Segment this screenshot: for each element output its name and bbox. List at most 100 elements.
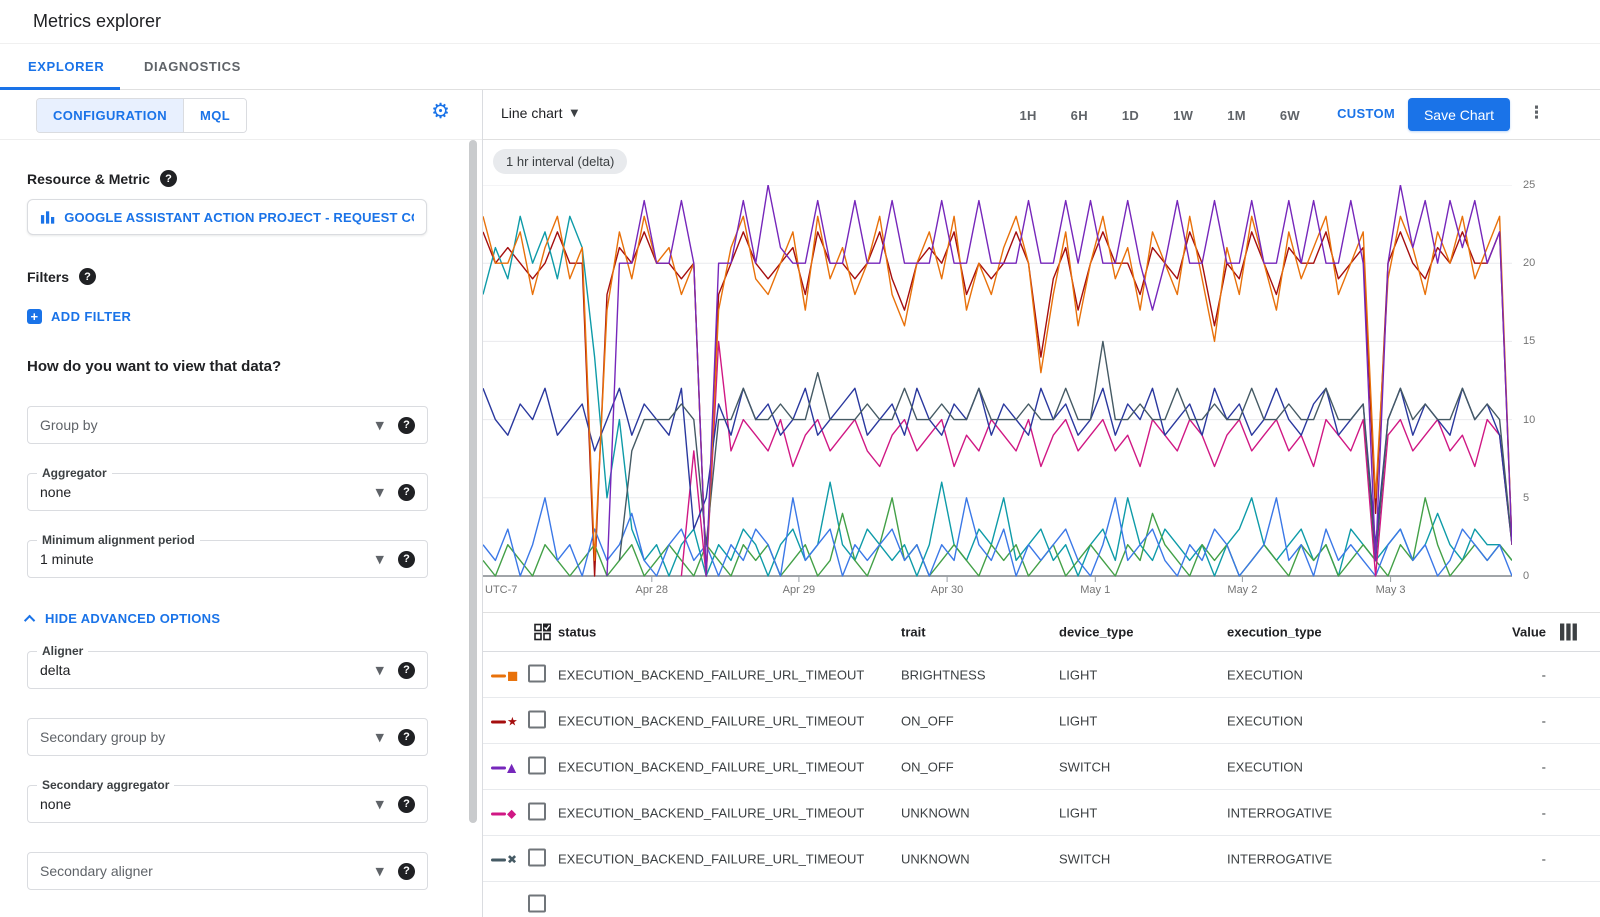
tab-bar: EXPLORER DIAGNOSTICS: [0, 44, 1600, 90]
mode-toggle: CONFIGURATION MQL: [36, 98, 247, 133]
chevron-down-icon: ▼: [570, 108, 578, 119]
add-box-icon: +: [27, 309, 42, 324]
value-cell: -: [1383, 667, 1546, 682]
group-by-select[interactable]: Group by ▼ ?: [27, 406, 428, 444]
status-cell: EXECUTION_BACKEND_FAILURE_URL_TIMEOUT: [558, 667, 864, 682]
y-tick-label: 15: [1523, 335, 1535, 347]
column-header-status[interactable]: status: [558, 625, 596, 640]
help-icon[interactable]: ?: [398, 729, 415, 746]
x-axis-labels: UTC-7 Apr 28Apr 29Apr 30May 1May 2May 3: [483, 584, 1513, 600]
status-cell: EXECUTION_BACKEND_FAILURE_URL_TIMEOUT: [558, 851, 864, 866]
time-range-6h[interactable]: 6H: [1071, 108, 1088, 123]
help-icon[interactable]: ?: [398, 417, 415, 434]
y-axis-labels: 0510152025: [1520, 185, 1560, 576]
view-data-question: How do you want to view that data?: [27, 358, 455, 375]
secondary-aligner-select[interactable]: Secondary aligner ▼ ?: [27, 852, 428, 890]
min-alignment-period-select[interactable]: Minimum alignment period 1 minute ▼ ?: [27, 540, 428, 578]
more-options-kebab-icon[interactable]: ⋮: [1528, 103, 1545, 123]
trait-cell: UNKNOWN: [901, 805, 970, 820]
row-checkbox[interactable]: [528, 894, 546, 912]
help-icon[interactable]: ?: [398, 863, 415, 880]
help-icon[interactable]: ?: [160, 170, 177, 187]
interval-badge: 1 hr interval (delta): [493, 149, 627, 174]
legend-table: status trait device_type execution_type …: [483, 612, 1600, 917]
y-tick-label: 5: [1523, 492, 1529, 504]
execution-type-cell: EXECUTION: [1227, 759, 1303, 774]
help-icon[interactable]: ?: [398, 796, 415, 813]
aligner-select[interactable]: Aligner delta ▼ ?: [27, 651, 428, 689]
table-row: ✖EXECUTION_BACKEND_FAILURE_URL_TIMEOUTUN…: [483, 836, 1600, 882]
help-icon[interactable]: ?: [398, 484, 415, 501]
chart-region: 1 hr interval (delta) 0510152025 UTC-7 A…: [483, 140, 1600, 612]
row-checkbox[interactable]: [528, 756, 546, 774]
help-icon[interactable]: ?: [398, 662, 415, 679]
configuration-panel: CONFIGURATION MQL ⚙ Resource & Metric ? …: [0, 90, 482, 917]
help-icon[interactable]: ?: [79, 268, 96, 285]
y-tick-label: 25: [1523, 179, 1535, 191]
configuration-form: Resource & Metric ? GOOGLE ASSISTANT ACT…: [0, 170, 482, 890]
series-line-swatch: [491, 766, 506, 769]
chart-panel: Line chart ▼ 1H 6H 1D 1W 1M 6W CUSTOM Sa…: [483, 90, 1600, 917]
execution-type-cell: EXECUTION: [1227, 713, 1303, 728]
bar-chart-icon: [40, 209, 55, 225]
secondary-aggregator-select[interactable]: Secondary aggregator none ▼ ?: [27, 785, 428, 823]
left-panel-scrollbar[interactable]: [469, 140, 477, 823]
status-cell: EXECUTION_BACKEND_FAILURE_URL_TIMEOUT: [558, 759, 864, 774]
time-range-6w[interactable]: 6W: [1280, 108, 1300, 123]
table-row: [483, 882, 1600, 917]
time-range-1w[interactable]: 1W: [1173, 108, 1193, 123]
legend-table-body: ■EXECUTION_BACKEND_FAILURE_URL_TIMEOUTBR…: [483, 652, 1600, 917]
series-marker-icon: ■: [507, 669, 518, 683]
trait-cell: ON_OFF: [901, 759, 954, 774]
settings-gear-icon[interactable]: ⚙: [431, 101, 450, 122]
x-tick-label: May 2: [1227, 584, 1257, 596]
toggle-all-series-icon[interactable]: [534, 624, 551, 641]
series-line-swatch: [491, 674, 506, 677]
column-header-device-type[interactable]: device_type: [1059, 625, 1133, 640]
series-marker: ▲: [491, 759, 525, 774]
series-marker-icon: ▲: [507, 761, 516, 775]
column-settings-icon[interactable]: [1559, 624, 1578, 641]
tab-diagnostics[interactable]: DIAGNOSTICS: [144, 44, 241, 90]
series-marker: ✖: [491, 851, 525, 866]
help-icon[interactable]: ?: [398, 551, 415, 568]
row-checkbox[interactable]: [528, 802, 546, 820]
column-header-execution-type[interactable]: execution_type: [1227, 625, 1322, 640]
time-range-1d[interactable]: 1D: [1122, 108, 1139, 123]
chevron-down-icon: ▼: [376, 798, 384, 811]
device-type-cell: SWITCH: [1059, 759, 1110, 774]
metric-selector-chip[interactable]: GOOGLE ASSISTANT ACTION PROJECT - REQUES…: [27, 199, 427, 235]
hide-advanced-options-toggle[interactable]: HIDE ADVANCED OPTIONS: [27, 611, 220, 626]
legend-table-header: status trait device_type execution_type …: [483, 612, 1600, 652]
mql-button[interactable]: MQL: [183, 99, 246, 132]
column-header-trait[interactable]: trait: [901, 625, 926, 640]
value-cell: -: [1383, 805, 1546, 820]
time-range-1m[interactable]: 1M: [1227, 108, 1246, 123]
device-type-cell: LIGHT: [1059, 713, 1097, 728]
chart-type-dropdown[interactable]: Line chart ▼: [501, 105, 578, 121]
chevron-down-icon: ▼: [376, 419, 384, 432]
series-marker-icon: ★: [507, 715, 518, 729]
chevron-down-icon: ▼: [376, 553, 384, 566]
column-header-value[interactable]: Value: [1383, 625, 1546, 640]
metric-chip-label: GOOGLE ASSISTANT ACTION PROJECT - REQUES…: [64, 210, 414, 225]
execution-type-cell: EXECUTION: [1227, 667, 1303, 682]
line-chart-svg[interactable]: [483, 185, 1512, 584]
metrics-explorer-app: Metrics explorer EXPLORER DIAGNOSTICS CO…: [0, 0, 1600, 917]
secondary-group-by-select[interactable]: Secondary group by ▼ ?: [27, 718, 428, 756]
aggregator-select[interactable]: Aggregator none ▼ ?: [27, 473, 428, 511]
table-row: ■EXECUTION_BACKEND_FAILURE_URL_TIMEOUTBR…: [483, 652, 1600, 698]
row-checkbox[interactable]: [528, 710, 546, 728]
row-checkbox[interactable]: [528, 848, 546, 866]
execution-type-cell: INTERROGATIVE: [1227, 851, 1332, 866]
chevron-down-icon: ▼: [376, 486, 384, 499]
table-row: ★EXECUTION_BACKEND_FAILURE_URL_TIMEOUTON…: [483, 698, 1600, 744]
configuration-button[interactable]: CONFIGURATION: [37, 99, 183, 132]
row-checkbox[interactable]: [528, 664, 546, 682]
tab-explorer[interactable]: EXPLORER: [28, 44, 104, 90]
add-filter-button[interactable]: + ADD FILTER: [27, 309, 131, 324]
time-range-1h[interactable]: 1H: [1019, 108, 1036, 123]
custom-time-range-button[interactable]: CUSTOM: [1337, 106, 1395, 121]
save-chart-button[interactable]: Save Chart: [1408, 98, 1510, 131]
series-marker: ◆: [491, 805, 525, 820]
